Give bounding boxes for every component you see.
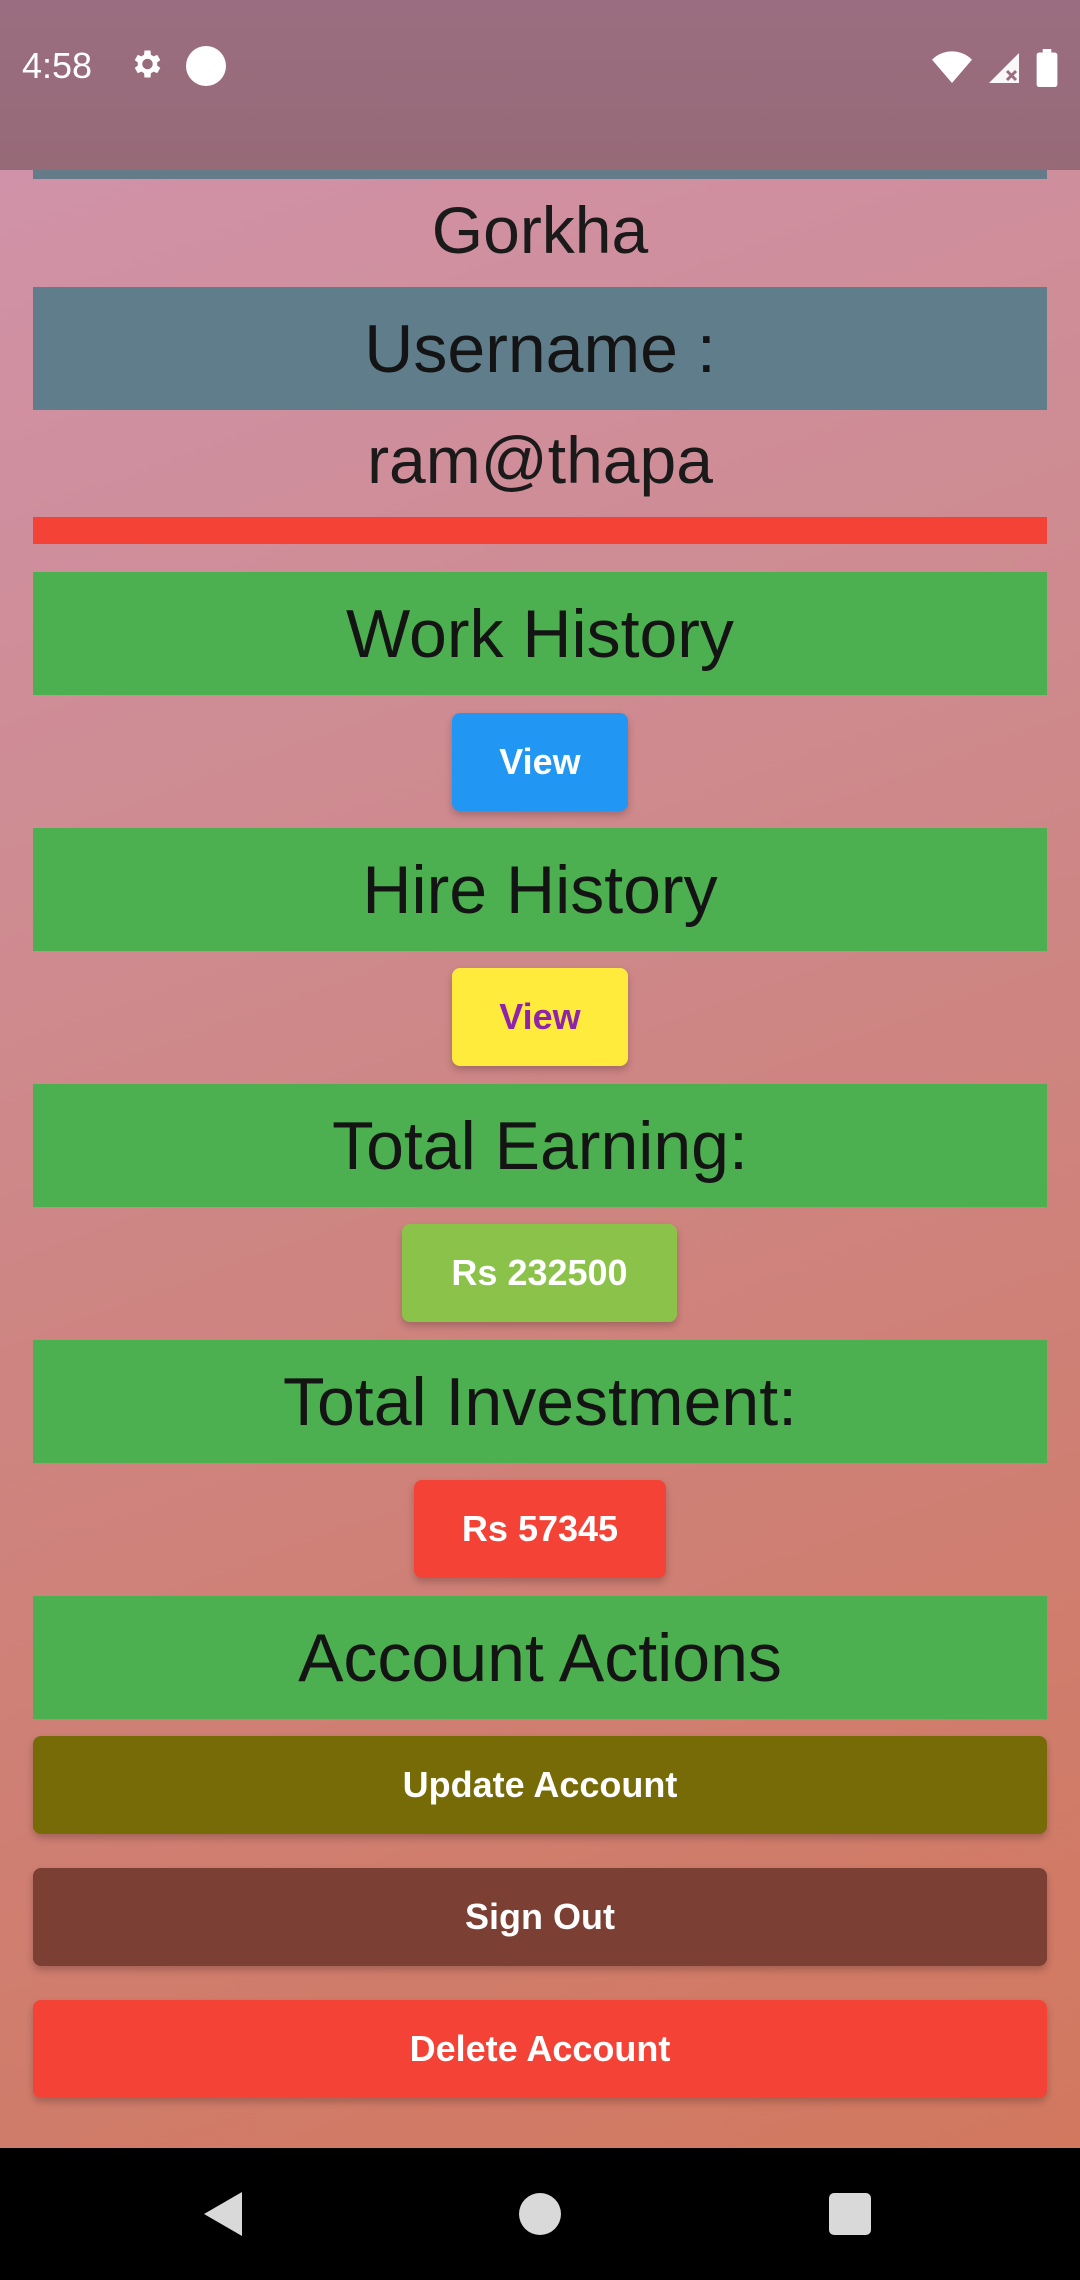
update-account-button[interactable]: Update Account — [33, 1736, 1047, 1834]
status-time: 4:58 — [22, 45, 93, 86]
divider — [33, 517, 1047, 544]
username-label: Username : — [33, 287, 1047, 410]
hire-history-heading: Hire History — [33, 828, 1047, 951]
signal-icon — [989, 53, 1019, 83]
username-text: ram@thapa — [367, 423, 713, 497]
home-icon[interactable] — [519, 2193, 561, 2235]
wifi-icon — [932, 51, 972, 83]
total-investment-value-button[interactable]: Rs 57345 — [414, 1480, 666, 1578]
sign-out-button[interactable]: Sign Out — [33, 1868, 1047, 1966]
status-bar: 4:58 — [0, 0, 1080, 170]
circle-icon — [186, 46, 226, 86]
view-hire-history-button[interactable]: View — [452, 968, 628, 1066]
view-work-history-button[interactable]: View — [452, 713, 628, 811]
delete-account-button[interactable]: Delete Account — [33, 2000, 1047, 2098]
location-text: Gorkha — [431, 193, 649, 267]
navigation-bar — [0, 2148, 1080, 2280]
profile-screen[interactable]: Gorkha Username : ram@thapa Work History… — [0, 170, 1080, 2148]
recents-icon[interactable] — [829, 2193, 871, 2235]
total-investment-heading: Total Investment: — [33, 1340, 1047, 1463]
gear-icon — [134, 50, 161, 78]
battery-icon — [1036, 49, 1058, 87]
account-actions-heading: Account Actions — [33, 1596, 1047, 1719]
total-earning-heading: Total Earning: — [33, 1084, 1047, 1207]
back-icon[interactable] — [204, 2192, 242, 2236]
top-stripe — [33, 170, 1047, 179]
work-history-heading: Work History — [33, 572, 1047, 695]
total-earning-value-button[interactable]: Rs 232500 — [402, 1224, 677, 1322]
